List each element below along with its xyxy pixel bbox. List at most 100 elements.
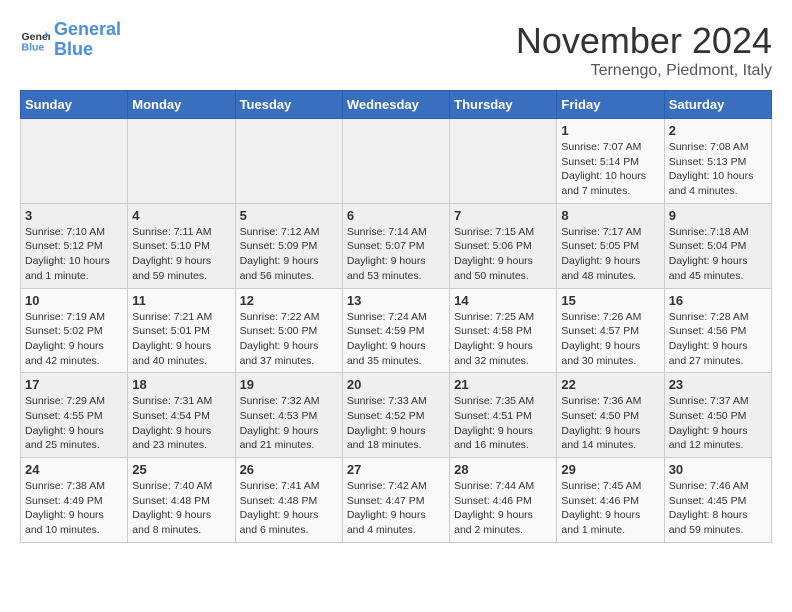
- day-number: 18: [132, 377, 230, 392]
- day-number: 13: [347, 293, 445, 308]
- day-info: Sunrise: 7:17 AM Sunset: 5:05 PM Dayligh…: [561, 225, 659, 284]
- day-info: Sunrise: 7:07 AM Sunset: 5:14 PM Dayligh…: [561, 140, 659, 199]
- day-info: Sunrise: 7:21 AM Sunset: 5:01 PM Dayligh…: [132, 310, 230, 369]
- day-number: 3: [25, 208, 123, 223]
- day-info: Sunrise: 7:29 AM Sunset: 4:55 PM Dayligh…: [25, 394, 123, 453]
- calendar-cell-w3-d6: 15Sunrise: 7:26 AM Sunset: 4:57 PM Dayli…: [557, 288, 664, 373]
- day-info: Sunrise: 7:46 AM Sunset: 4:45 PM Dayligh…: [669, 479, 767, 538]
- calendar-cell-w2-d1: 3 Sunrise: 7:10 AM Sunset: 5:12 PM Daylig…: [21, 203, 128, 288]
- calendar-cell-w5-d4: 27Sunrise: 7:42 AM Sunset: 4:47 PM Dayli…: [342, 458, 449, 543]
- col-tuesday: Tuesday: [235, 91, 342, 119]
- day-number: 20: [347, 377, 445, 392]
- calendar-week-4: 17 Sunrise: 7:29 AM Sunset: 4:55 PM Dayli…: [21, 373, 772, 458]
- day-number: 23: [669, 377, 767, 392]
- calendar-cell-w4-d7: 23 Sunrise: 7:37 AM Sunset: 4:50 PM Dayli…: [664, 373, 771, 458]
- day-info: Sunrise: 7:11 AM Sunset: 5:10 PM Dayligh…: [132, 225, 230, 284]
- calendar-cell-w4-d6: 22 Sunrise: 7:36 AM Sunset: 4:50 PM Dayli…: [557, 373, 664, 458]
- day-info: Sunrise: 7:24 AM Sunset: 4:59 PM Dayligh…: [347, 310, 445, 369]
- col-friday: Friday: [557, 91, 664, 119]
- calendar-cell-w3-d5: 14 Sunrise: 7:25 AM Sunset: 4:58 PM Dayli…: [450, 288, 557, 373]
- calendar-cell-w1-d2: [128, 119, 235, 204]
- calendar-cell-w3-d4: 13 Sunrise: 7:24 AM Sunset: 4:59 PM Dayli…: [342, 288, 449, 373]
- day-number: 29: [561, 462, 659, 477]
- day-number: 10: [25, 293, 123, 308]
- day-info: Sunrise: 7:22 AM Sunset: 5:00 PM Dayligh…: [240, 310, 338, 369]
- day-number: 22: [561, 377, 659, 392]
- day-number: 11: [132, 293, 230, 308]
- day-number: 4: [132, 208, 230, 223]
- day-info: Sunrise: 7:15 AM Sunset: 5:06 PM Dayligh…: [454, 225, 552, 284]
- day-number: 28: [454, 462, 552, 477]
- day-info: Sunrise: 7:18 AM Sunset: 5:04 PM Dayligh…: [669, 225, 767, 284]
- location: Ternengo, Piedmont, Italy: [516, 62, 772, 80]
- calendar-cell-w1-d6: 1 Sunrise: 7:07 AM Sunset: 5:14 PM Daylig…: [557, 119, 664, 204]
- day-info: Sunrise: 7:37 AM Sunset: 4:50 PM Dayligh…: [669, 394, 767, 453]
- day-number: 17: [25, 377, 123, 392]
- day-info: Sunrise: 7:14 AM Sunset: 5:07 PM Dayligh…: [347, 225, 445, 284]
- calendar-cell-w4-d4: 20Sunrise: 7:33 AM Sunset: 4:52 PM Dayli…: [342, 373, 449, 458]
- day-number: 16: [669, 293, 767, 308]
- col-sunday: Sunday: [21, 91, 128, 119]
- calendar-week-1: 1 Sunrise: 7:07 AM Sunset: 5:14 PM Daylig…: [21, 119, 772, 204]
- day-number: 14: [454, 293, 552, 308]
- day-number: 1: [561, 123, 659, 138]
- day-info: Sunrise: 7:10 AM Sunset: 5:12 PM Dayligh…: [25, 225, 123, 284]
- day-number: 21: [454, 377, 552, 392]
- day-number: 9: [669, 208, 767, 223]
- calendar-cell-w4-d1: 17 Sunrise: 7:29 AM Sunset: 4:55 PM Dayli…: [21, 373, 128, 458]
- calendar-week-5: 24 Sunrise: 7:38 AM Sunset: 4:49 PM Dayli…: [21, 458, 772, 543]
- day-info: Sunrise: 7:40 AM Sunset: 4:48 PM Dayligh…: [132, 479, 230, 538]
- calendar-cell-w2-d4: 6 Sunrise: 7:14 AM Sunset: 5:07 PM Daylig…: [342, 203, 449, 288]
- month-title: November 2024: [516, 20, 772, 62]
- calendar-cell-w2-d5: 7 Sunrise: 7:15 AM Sunset: 5:06 PM Daylig…: [450, 203, 557, 288]
- calendar-cell-w1-d7: 2 Sunrise: 7:08 AM Sunset: 5:13 PM Daylig…: [664, 119, 771, 204]
- day-info: Sunrise: 7:28 AM Sunset: 4:56 PM Dayligh…: [669, 310, 767, 369]
- calendar-cell-w5-d7: 30Sunrise: 7:46 AM Sunset: 4:45 PM Dayli…: [664, 458, 771, 543]
- calendar-cell-w4-d5: 21Sunrise: 7:35 AM Sunset: 4:51 PM Dayli…: [450, 373, 557, 458]
- day-info: Sunrise: 7:08 AM Sunset: 5:13 PM Dayligh…: [669, 140, 767, 199]
- col-monday: Monday: [128, 91, 235, 119]
- calendar-cell-w3-d1: 10 Sunrise: 7:19 AM Sunset: 5:02 PM Dayli…: [21, 288, 128, 373]
- calendar-cell-w2-d2: 4 Sunrise: 7:11 AM Sunset: 5:10 PM Daylig…: [128, 203, 235, 288]
- calendar-header-row: Sunday Monday Tuesday Wednesday Thursday…: [21, 91, 772, 119]
- day-info: Sunrise: 7:25 AM Sunset: 4:58 PM Dayligh…: [454, 310, 552, 369]
- calendar-cell-w5-d1: 24 Sunrise: 7:38 AM Sunset: 4:49 PM Dayli…: [21, 458, 128, 543]
- day-number: 8: [561, 208, 659, 223]
- col-saturday: Saturday: [664, 91, 771, 119]
- calendar-week-3: 10 Sunrise: 7:19 AM Sunset: 5:02 PM Dayli…: [21, 288, 772, 373]
- day-number: 6: [347, 208, 445, 223]
- calendar-cell-w4-d3: 19Sunrise: 7:32 AM Sunset: 4:53 PM Dayli…: [235, 373, 342, 458]
- day-info: Sunrise: 7:19 AM Sunset: 5:02 PM Dayligh…: [25, 310, 123, 369]
- day-info: Sunrise: 7:38 AM Sunset: 4:49 PM Dayligh…: [25, 479, 123, 538]
- day-info: Sunrise: 7:12 AM Sunset: 5:09 PM Dayligh…: [240, 225, 338, 284]
- day-info: Sunrise: 7:31 AM Sunset: 4:54 PM Dayligh…: [132, 394, 230, 453]
- col-wednesday: Wednesday: [342, 91, 449, 119]
- col-thursday: Thursday: [450, 91, 557, 119]
- day-info: Sunrise: 7:36 AM Sunset: 4:50 PM Dayligh…: [561, 394, 659, 453]
- logo: General Blue General Blue: [20, 20, 121, 60]
- calendar-week-2: 3 Sunrise: 7:10 AM Sunset: 5:12 PM Daylig…: [21, 203, 772, 288]
- day-number: 19: [240, 377, 338, 392]
- calendar-cell-w1-d5: [450, 119, 557, 204]
- day-number: 26: [240, 462, 338, 477]
- calendar: Sunday Monday Tuesday Wednesday Thursday…: [20, 90, 772, 543]
- logo-blue: Blue: [54, 39, 93, 59]
- calendar-cell-w5-d5: 28 Sunrise: 7:44 AM Sunset: 4:46 PM Dayli…: [450, 458, 557, 543]
- calendar-cell-w1-d4: [342, 119, 449, 204]
- day-number: 27: [347, 462, 445, 477]
- calendar-cell-w1-d3: [235, 119, 342, 204]
- calendar-cell-w5-d2: 25Sunrise: 7:40 AM Sunset: 4:48 PM Dayli…: [128, 458, 235, 543]
- day-number: 12: [240, 293, 338, 308]
- calendar-cell-w4-d2: 18 Sunrise: 7:31 AM Sunset: 4:54 PM Dayli…: [128, 373, 235, 458]
- svg-text:Blue: Blue: [22, 41, 45, 53]
- day-info: Sunrise: 7:44 AM Sunset: 4:46 PM Dayligh…: [454, 479, 552, 538]
- day-number: 2: [669, 123, 767, 138]
- calendar-cell-w5-d6: 29 Sunrise: 7:45 AM Sunset: 4:46 PM Dayli…: [557, 458, 664, 543]
- day-number: 24: [25, 462, 123, 477]
- calendar-cell-w1-d1: [21, 119, 128, 204]
- day-info: Sunrise: 7:41 AM Sunset: 4:48 PM Dayligh…: [240, 479, 338, 538]
- day-number: 5: [240, 208, 338, 223]
- day-info: Sunrise: 7:45 AM Sunset: 4:46 PM Dayligh…: [561, 479, 659, 538]
- day-info: Sunrise: 7:26 AM Sunset: 4:57 PM Dayligh…: [561, 310, 659, 369]
- day-number: 7: [454, 208, 552, 223]
